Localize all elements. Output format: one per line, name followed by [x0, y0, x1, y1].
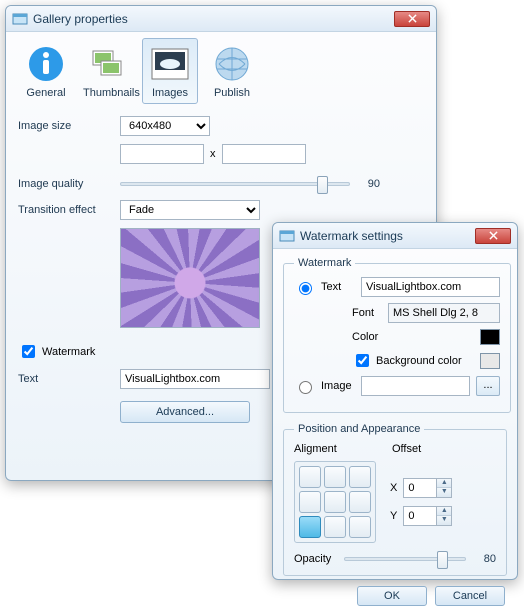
watermark-text-input[interactable] — [120, 369, 270, 389]
quality-slider[interactable] — [120, 182, 350, 186]
wm-text-input[interactable] — [361, 277, 500, 297]
bgcolor-checkbox[interactable]: Background color — [352, 351, 474, 370]
align-mr[interactable] — [349, 491, 371, 513]
transition-select[interactable]: Fade — [120, 200, 260, 220]
image-radio[interactable] — [299, 381, 312, 394]
align-bl[interactable] — [299, 516, 321, 538]
watermark-settings-window: Watermark settings Watermark Text Font C… — [272, 222, 518, 580]
ok-button[interactable]: OK — [357, 586, 427, 606]
transition-label: Transition effect — [18, 204, 120, 216]
publish-icon — [211, 43, 253, 85]
text-radio[interactable] — [299, 282, 312, 295]
x-spinner[interactable]: ▲▼ — [403, 478, 452, 498]
x-label: X — [390, 482, 397, 494]
width-input[interactable] — [120, 144, 204, 164]
quality-slider-thumb[interactable] — [317, 176, 328, 194]
color-swatch[interactable] — [480, 329, 500, 345]
images-icon — [149, 43, 191, 85]
alignment-grid — [294, 461, 376, 543]
info-icon — [25, 43, 67, 85]
tab-strip: General Thumbnails Images Publish — [18, 38, 424, 104]
advanced-button[interactable]: Advanced... — [120, 401, 250, 423]
window-title: Watermark settings — [300, 229, 475, 243]
dim-separator: x — [210, 148, 216, 160]
text-label: Text — [18, 373, 120, 385]
position-group: Position and Appearance Aligment Offset — [283, 423, 507, 576]
tab-general[interactable]: General — [18, 38, 74, 104]
font-display[interactable] — [388, 303, 500, 323]
watermark-checkbox-input[interactable] — [22, 345, 35, 358]
align-ml[interactable] — [299, 491, 321, 513]
height-input[interactable] — [222, 144, 306, 164]
tab-thumbnails[interactable]: Thumbnails — [80, 38, 136, 104]
watermark-checkbox[interactable]: Watermark — [18, 342, 95, 361]
app-icon — [279, 228, 295, 244]
align-tc[interactable] — [324, 466, 346, 488]
opacity-slider-thumb[interactable] — [437, 551, 448, 569]
browse-button[interactable]: ... — [476, 376, 500, 396]
quality-value: 90 — [360, 178, 380, 190]
image-size-label: Image size — [18, 120, 120, 132]
cancel-button[interactable]: Cancel — [435, 586, 505, 606]
offset-label: Offset — [392, 443, 421, 455]
window-title: Gallery properties — [33, 12, 394, 26]
titlebar[interactable]: Watermark settings — [273, 223, 517, 249]
align-tl[interactable] — [299, 466, 321, 488]
watermark-group: Watermark Text Font Color Background col… — [283, 257, 511, 413]
image-size-select[interactable]: 640x480 — [120, 116, 210, 136]
wm-image-input[interactable] — [361, 376, 470, 396]
y-spinner[interactable]: ▲▼ — [403, 506, 452, 526]
bgcolor-swatch[interactable] — [480, 353, 500, 369]
opacity-value: 80 — [476, 553, 496, 565]
y-label: Y — [390, 510, 397, 522]
align-mc[interactable] — [324, 491, 346, 513]
align-br[interactable] — [349, 516, 371, 538]
opacity-label: Opacity — [294, 553, 344, 565]
alignment-label: Aligment — [294, 443, 374, 455]
thumbnails-icon — [87, 43, 129, 85]
image-radio-label: Image — [321, 380, 355, 392]
transition-preview — [120, 228, 260, 328]
quality-label: Image quality — [18, 178, 120, 190]
align-bc[interactable] — [324, 516, 346, 538]
tab-publish[interactable]: Publish — [204, 38, 260, 104]
close-button[interactable] — [394, 11, 430, 27]
tab-images[interactable]: Images — [142, 38, 198, 104]
opacity-slider[interactable] — [344, 557, 466, 561]
align-tr[interactable] — [349, 466, 371, 488]
font-label: Font — [352, 307, 382, 319]
titlebar[interactable]: Gallery properties — [6, 6, 436, 32]
app-icon — [12, 11, 28, 27]
close-button[interactable] — [475, 228, 511, 244]
text-radio-label: Text — [321, 281, 355, 293]
color-label: Color — [352, 331, 382, 343]
